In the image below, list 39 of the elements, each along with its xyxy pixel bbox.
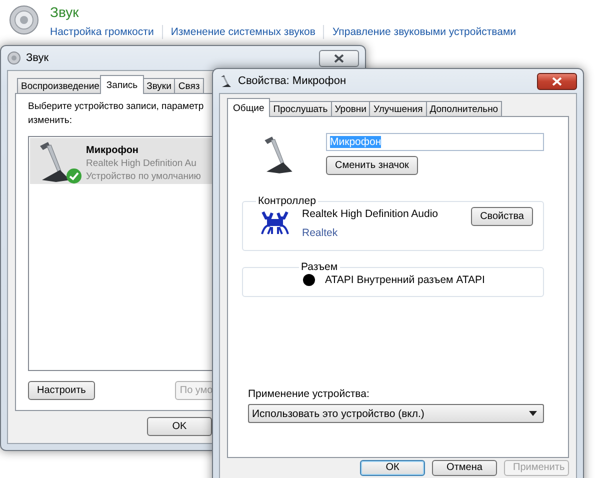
crab-icon bbox=[260, 210, 290, 236]
controller-name: Realtek High Definition Audio bbox=[302, 207, 439, 221]
change-icon-button[interactable]: Сменить значок bbox=[326, 156, 418, 175]
caret-icon bbox=[529, 411, 537, 416]
close-icon bbox=[334, 54, 344, 62]
sound-icon bbox=[7, 51, 21, 65]
instruction-text: Выберите устройство записи, параметр bbox=[28, 100, 204, 114]
usage-dropdown[interactable]: Использовать это устройство (вкл.) bbox=[248, 404, 544, 423]
close-icon bbox=[552, 76, 562, 86]
dialog-button[interactable]: Настроить bbox=[28, 381, 95, 400]
group-label: Контроллер bbox=[257, 195, 317, 207]
dialog-button[interactable]: Отмена bbox=[432, 460, 497, 476]
device-status: Устройство по умолчанию bbox=[86, 170, 201, 183]
dialog-button[interactable]: ОК bbox=[360, 460, 425, 476]
tab[interactable]: Улучшения bbox=[369, 101, 427, 117]
nav-link[interactable]: Управление звуковыми устройствами bbox=[332, 26, 516, 38]
instruction-text: изменить: bbox=[28, 114, 72, 128]
close-button[interactable] bbox=[319, 50, 359, 66]
properties-button[interactable]: Свойства bbox=[471, 207, 533, 226]
page-title: Звук bbox=[50, 4, 80, 21]
nav-link[interactable]: Настройка громкости bbox=[50, 26, 154, 38]
speaker-icon bbox=[8, 4, 40, 36]
microphone-icon bbox=[219, 74, 233, 88]
tab[interactable]: Общие bbox=[227, 98, 270, 117]
nav-link[interactable]: Изменение системных звуков bbox=[170, 26, 316, 38]
tab[interactable]: Дополнительно bbox=[426, 101, 502, 117]
tab[interactable]: Запись bbox=[100, 75, 144, 94]
device-name: Микрофон bbox=[86, 144, 140, 157]
window-title: Звук bbox=[26, 52, 49, 64]
ok-button[interactable]: OK bbox=[147, 417, 212, 436]
tab[interactable]: Связ bbox=[174, 78, 204, 94]
vendor-link[interactable]: Realtek bbox=[302, 227, 460, 239]
usage-label: Применение устройства: bbox=[248, 388, 370, 400]
window-title: Свойства: Микрофон bbox=[238, 75, 346, 87]
close-button[interactable] bbox=[537, 72, 577, 90]
tab[interactable]: Прослушать bbox=[269, 101, 332, 117]
group-label: Разъем bbox=[300, 261, 339, 273]
device-driver: Realtek High Definition Au bbox=[86, 157, 198, 170]
jack-name: ATAPI Внутренний разъем ATAPI bbox=[325, 273, 485, 287]
